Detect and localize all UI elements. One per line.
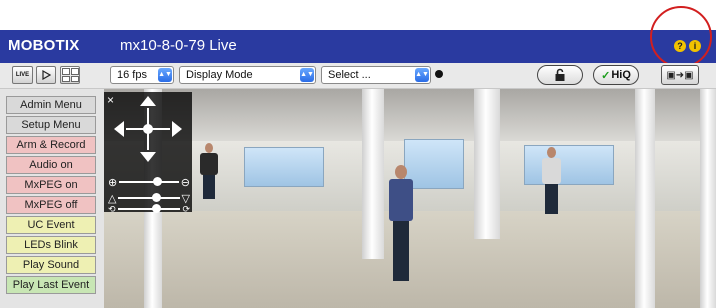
camera-window	[244, 147, 324, 187]
select-arrows-icon: ▲▼	[158, 68, 172, 82]
side-menu-button[interactable]: Play Sound	[6, 256, 96, 274]
camera-window	[404, 139, 464, 189]
camera-pillar	[700, 89, 716, 308]
info-icon[interactable]: i	[689, 40, 701, 52]
status-dot-icon	[435, 70, 443, 78]
zoom-track[interactable]	[119, 177, 179, 186]
quick-select[interactable]: Select ... ▲▼	[321, 66, 431, 84]
zoom-out-icon[interactable]: ⊖	[181, 176, 190, 189]
display-mode-select[interactable]: Display Mode ▲▼	[179, 66, 316, 84]
grid-cell-icon	[62, 75, 70, 82]
grid-cell-icon	[71, 68, 79, 75]
side-menu-button[interactable]: Audio on	[6, 156, 96, 174]
grid-cell-icon	[71, 75, 79, 82]
camera-pillar	[635, 89, 655, 308]
framerate-select[interactable]: 16 fps ▲▼	[110, 66, 174, 84]
quick-select-value: Select ...	[328, 69, 371, 81]
rotate-knob[interactable]	[151, 204, 161, 213]
player-view-button[interactable]	[36, 66, 56, 84]
camera-pillar	[362, 89, 384, 259]
side-menu-button[interactable]: LEDs Blink	[6, 236, 96, 254]
brand-logo: MOBOTIX	[8, 37, 80, 54]
rotate-right-icon[interactable]: ⟳	[182, 204, 190, 215]
side-menu-button[interactable]: MxPEG on	[6, 176, 96, 194]
side-menu-button[interactable]: Setup Menu	[6, 116, 96, 134]
display-mode-value: Display Mode	[186, 69, 253, 81]
camera-window	[524, 145, 614, 185]
camera-pillar	[474, 89, 500, 239]
lock-icon	[555, 68, 565, 81]
help-icons: ? i	[674, 40, 701, 52]
export-button[interactable]: ▣➜▣	[661, 65, 699, 85]
grid-cell-icon	[62, 68, 70, 75]
select-arrows-icon: ▲▼	[415, 68, 429, 82]
lock-button[interactable]	[537, 65, 583, 85]
focus-track[interactable]	[118, 193, 180, 202]
focus-knob[interactable]	[152, 193, 162, 202]
browser-frame: MOBOTIX mx10-8-0-79 Live ? i LIVE 16 fps…	[0, 0, 716, 308]
pan-tilt-pad-icon[interactable]	[104, 92, 192, 176]
rotate-track[interactable]	[117, 204, 181, 213]
help-icon[interactable]: ?	[674, 40, 686, 52]
framerate-value: 16 fps	[117, 69, 147, 81]
export-icon: ▣➜▣	[666, 69, 694, 81]
side-menu-button[interactable]: Play Last Event	[6, 276, 96, 294]
ptz-control-overlay: × ⊕ ⊖ △ ▽ ⟲ ⟳	[104, 92, 192, 214]
title-bar	[0, 30, 716, 63]
select-arrows-icon: ▲▼	[300, 68, 314, 82]
side-menu-button[interactable]: MxPEG off	[6, 196, 96, 214]
multiview-button[interactable]	[60, 66, 80, 84]
camera-ceiling	[104, 89, 716, 141]
camera-live-image[interactable]	[104, 89, 716, 308]
side-menu-button[interactable]: Admin Menu	[6, 96, 96, 114]
zoom-in-icon[interactable]: ⊕	[108, 176, 117, 189]
checkmark-icon: ✓	[601, 69, 611, 82]
camera-floor	[104, 211, 716, 308]
rotate-slider[interactable]: ⟲ ⟳	[108, 204, 190, 214]
live-view-button[interactable]: LIVE	[12, 66, 33, 84]
hiq-label: HiQ	[611, 69, 631, 81]
zoom-knob[interactable]	[153, 177, 163, 186]
side-menu-button[interactable]: Arm & Record	[6, 136, 96, 154]
rotate-left-icon[interactable]: ⟲	[108, 204, 116, 215]
play-icon	[42, 70, 51, 80]
zoom-slider[interactable]: ⊕ ⊖	[108, 174, 190, 190]
camera-title: mx10-8-0-79 Live	[120, 37, 237, 54]
hiq-button[interactable]: ✓ HiQ	[593, 65, 639, 85]
side-menu-button[interactable]: UC Event	[6, 216, 96, 234]
